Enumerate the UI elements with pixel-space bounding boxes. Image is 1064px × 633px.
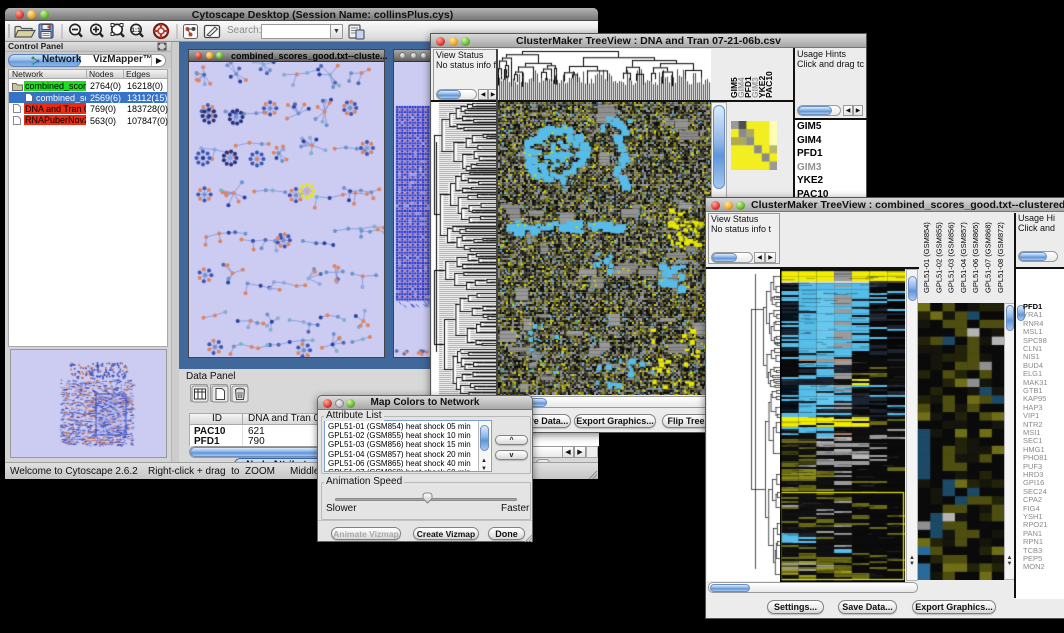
svg-text:1:1: 1:1 <box>131 27 141 34</box>
svg-text:GPL51-06 (GSM865): GPL51-06 (GSM865) <box>971 222 980 293</box>
svg-text:GPL51-02 (GSM855): GPL51-02 (GSM855) <box>934 222 943 293</box>
svg-text:GPL51-01 (GSM854): GPL51-01 (GSM854) <box>922 222 931 293</box>
svg-text:PAC10: PAC10 <box>764 71 774 98</box>
svg-text:GPL51-08 (GSM872): GPL51-08 (GSM872) <box>996 222 1005 293</box>
svg-text:GPL51-03 (GSM856): GPL51-03 (GSM856) <box>947 222 956 293</box>
svg-text:GPL51-04 (GSM857): GPL51-04 (GSM857) <box>959 222 968 293</box>
svg-text:GPL51-07 (GSM868): GPL51-07 (GSM868) <box>984 222 993 293</box>
